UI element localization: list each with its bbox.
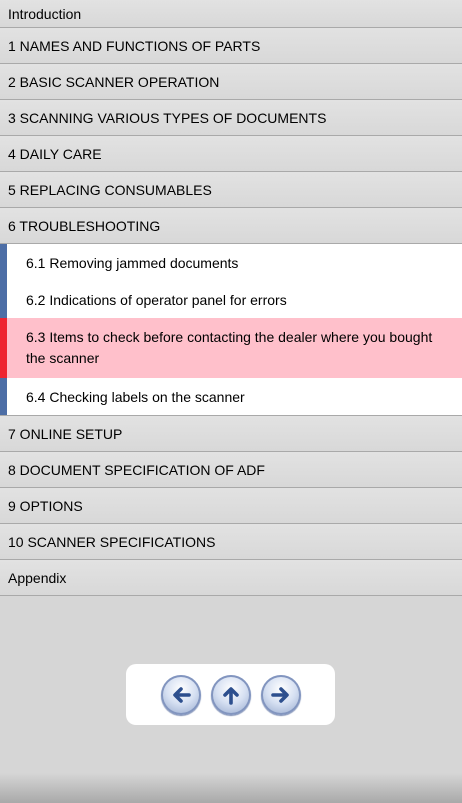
toc-item-label: 4 DAILY CARE [8,145,102,162]
toc-subitem-6-3-active[interactable]: 6.3 Items to check before contacting the… [0,318,462,378]
toc-item-label: 2 BASIC SCANNER OPERATION [8,73,220,90]
toc-item-chapter-9[interactable]: 9 OPTIONS [0,488,462,524]
up-level-button[interactable] [210,674,251,715]
toc-item-label: 5 REPLACING CONSUMABLES [8,181,212,198]
forward-arrow-icon [270,686,289,703]
next-page-button[interactable] [260,674,301,715]
up-arrow-icon [222,686,239,705]
toc-item-chapter-2[interactable]: 2 BASIC SCANNER OPERATION [0,64,462,100]
toc-item-label: 8 DOCUMENT SPECIFICATION OF ADF [8,461,265,478]
toc-item-label: 9 OPTIONS [8,497,83,514]
previous-page-button[interactable] [160,674,201,715]
toc-item-label: Introduction [8,5,82,22]
toc-item-chapter-4[interactable]: 4 DAILY CARE [0,136,462,172]
toc-item-introduction[interactable]: Introduction [0,0,462,28]
toc-subitem-label: 6.4 Checking labels on the scanner [26,388,245,405]
footer-bar [0,773,462,803]
toc-subitem-label: 6.2 Indications of operator panel for er… [26,291,287,308]
table-of-contents: Introduction 1 NAMES AND FUNCTIONS OF PA… [0,0,462,596]
toc-item-chapter-7[interactable]: 7 ONLINE SETUP [0,416,462,452]
toc-item-chapter-5[interactable]: 5 REPLACING CONSUMABLES [0,172,462,208]
toc-item-label: 7 ONLINE SETUP [8,425,123,442]
toc-subitem-6-1[interactable]: 6.1 Removing jammed documents [0,244,462,281]
toc-item-label: 10 SCANNER SPECIFICATIONS [8,533,216,550]
toc-item-label: 6 TROUBLESHOOTING [8,217,161,234]
toc-subitem-6-4[interactable]: 6.4 Checking labels on the scanner [0,378,462,416]
toc-item-chapter-6[interactable]: 6 TROUBLESHOOTING [0,208,462,244]
toc-item-label: 1 NAMES AND FUNCTIONS OF PARTS [8,37,261,54]
toc-item-chapter-1[interactable]: 1 NAMES AND FUNCTIONS OF PARTS [0,28,462,64]
page-navigation [126,664,335,725]
toc-item-label: Appendix [8,569,67,586]
toc-subitem-label: 6.3 Items to check before contacting the… [26,329,433,366]
toc-item-chapter-8[interactable]: 8 DOCUMENT SPECIFICATION OF ADF [0,452,462,488]
toc-item-label: 3 SCANNING VARIOUS TYPES OF DOCUMENTS [8,109,327,126]
toc-item-chapter-10[interactable]: 10 SCANNER SPECIFICATIONS [0,524,462,560]
toc-item-chapter-3[interactable]: 3 SCANNING VARIOUS TYPES OF DOCUMENTS [0,100,462,136]
toc-subitem-label: 6.1 Removing jammed documents [26,254,239,271]
toc-item-appendix[interactable]: Appendix [0,560,462,596]
toc-subitem-6-2[interactable]: 6.2 Indications of operator panel for er… [0,281,462,318]
back-arrow-icon [172,686,191,703]
